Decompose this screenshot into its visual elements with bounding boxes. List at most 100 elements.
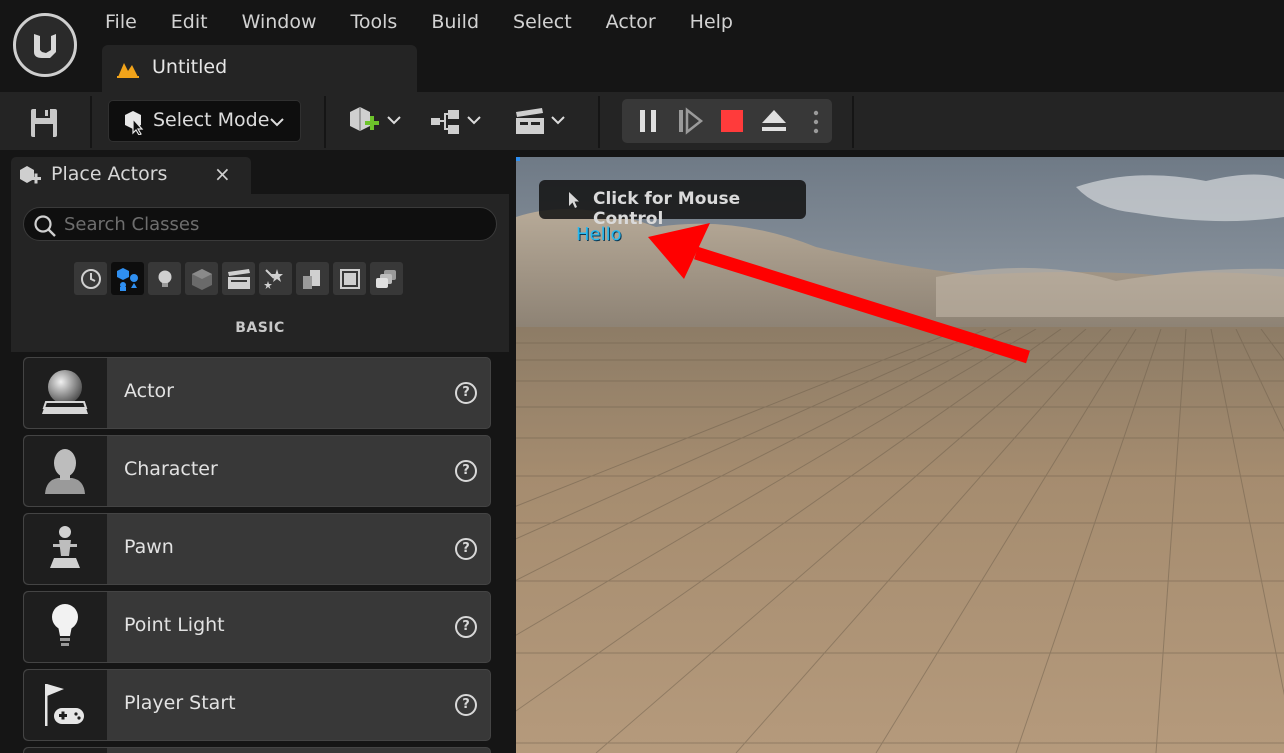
menu-actor[interactable]: Actor	[589, 4, 673, 40]
pause-icon	[640, 110, 656, 132]
character-icon	[24, 436, 107, 506]
help-icon[interactable]: ?	[455, 460, 477, 482]
eject-button[interactable]	[758, 105, 790, 137]
play-controls	[622, 99, 832, 143]
blueprint-icon	[431, 110, 481, 134]
list-item-pawn[interactable]: Pawn ?	[23, 513, 491, 585]
cursor-icon	[567, 191, 581, 213]
cinematics-icon	[516, 108, 565, 134]
recent-icon	[80, 268, 101, 289]
basic-icon	[116, 267, 138, 291]
character-label: Character	[124, 458, 218, 480]
unreal-editor-window: File Edit Window Tools Build Select Acto…	[0, 0, 1284, 753]
menu-bar: File Edit Window Tools Build Select Acto…	[88, 4, 750, 40]
select-mode-dropdown[interactable]: Select Mode	[108, 100, 301, 142]
more-options-icon	[813, 110, 819, 134]
toolbar-separator	[324, 96, 326, 148]
actor-label: Actor	[124, 380, 174, 402]
geometry-icon	[302, 269, 320, 289]
eject-icon	[762, 110, 786, 131]
pause-button[interactable]	[632, 105, 664, 137]
close-icon[interactable]: ×	[214, 162, 231, 186]
active-category-label: BASIC	[235, 320, 285, 336]
help-icon[interactable]: ?	[455, 616, 477, 638]
visual-effects-icon	[263, 268, 283, 289]
place-actors-icon	[18, 164, 44, 192]
list-item-character[interactable]: Character ?	[23, 435, 491, 507]
menu-select[interactable]: Select	[496, 4, 589, 40]
search-input[interactable]	[64, 211, 484, 237]
mouse-control-label: Click for Mouse Control	[593, 189, 741, 229]
place-actors-tab[interactable]: Place Actors ×	[11, 157, 251, 194]
add-actor-icon	[350, 107, 401, 131]
category-bar	[74, 262, 403, 298]
point-light-icon	[24, 592, 107, 662]
viewport-scene	[516, 157, 1284, 753]
category-volumes[interactable]	[333, 262, 366, 295]
menu-window[interactable]: Window	[225, 4, 334, 40]
category-lights[interactable]	[148, 262, 181, 295]
toolbar-separator	[598, 96, 600, 148]
volumes-icon	[339, 268, 360, 289]
select-mode-label: Select Mode	[153, 109, 270, 131]
more-options-button[interactable]	[812, 108, 820, 140]
all-classes-icon	[375, 269, 396, 288]
list-item-thumbnail	[24, 748, 107, 753]
category-cinematic[interactable]	[222, 262, 255, 295]
level-icon	[116, 59, 140, 83]
category-visual-effects[interactable]	[259, 262, 292, 295]
toolbar-separator	[852, 96, 854, 148]
toolbar-separator	[90, 96, 92, 148]
save-button[interactable]	[25, 106, 63, 140]
category-shapes[interactable]	[185, 262, 218, 295]
save-icon	[31, 109, 57, 137]
document-tab[interactable]: Untitled	[102, 45, 417, 92]
title-bar: File Edit Window Tools Build Select Acto…	[0, 0, 1284, 92]
category-basic[interactable]	[111, 262, 144, 295]
select-mode-icon	[121, 109, 147, 139]
stop-icon	[721, 110, 743, 132]
help-icon[interactable]: ?	[455, 694, 477, 716]
shapes-icon	[191, 268, 212, 290]
level-viewport[interactable]: Click for Mouse Control Hello	[516, 157, 1284, 753]
menu-tools[interactable]: Tools	[334, 4, 415, 40]
place-actors-title: Place Actors	[51, 163, 168, 185]
category-all-classes[interactable]	[370, 262, 403, 295]
actor-sphere-icon	[24, 358, 107, 428]
search-icon	[32, 213, 58, 243]
main-toolbar: Select Mode	[0, 92, 1284, 152]
menu-help[interactable]: Help	[673, 4, 750, 40]
help-icon[interactable]: ?	[455, 382, 477, 404]
step-icon	[679, 107, 704, 135]
cinematic-icon	[227, 268, 250, 289]
lights-icon	[158, 270, 171, 287]
add-actor-button[interactable]	[346, 104, 406, 140]
search-classes-box[interactable]	[23, 207, 497, 241]
place-actors-header: BASIC	[11, 194, 509, 352]
pawn-icon	[24, 514, 107, 584]
hello-debug-text: Hello	[576, 224, 622, 245]
menu-file[interactable]: File	[88, 4, 154, 40]
list-item-actor[interactable]: Actor ?	[23, 357, 491, 429]
list-item-player-start[interactable]: Player Start ?	[23, 669, 491, 741]
menu-edit[interactable]: Edit	[154, 4, 225, 40]
document-tab-label: Untitled	[152, 56, 228, 78]
point-light-label: Point Light	[124, 614, 225, 636]
category-recent[interactable]	[74, 262, 107, 295]
menu-build[interactable]: Build	[414, 4, 496, 40]
stop-button[interactable]	[716, 105, 748, 137]
place-actors-panel: Place Actors × Search Classes BASIC Acto…	[11, 157, 509, 753]
list-item-point-light[interactable]: Point Light ?	[23, 591, 491, 663]
blueprint-button[interactable]	[428, 104, 488, 140]
mouse-control-hint[interactable]: Click for Mouse Control	[539, 180, 806, 229]
unreal-logo[interactable]	[13, 13, 77, 77]
cinematics-button[interactable]	[512, 104, 572, 140]
help-icon[interactable]: ?	[455, 538, 477, 560]
step-button[interactable]	[674, 105, 706, 137]
chevron-down-icon	[269, 113, 285, 132]
pawn-label: Pawn	[124, 536, 174, 558]
player-start-label: Player Start	[124, 692, 236, 714]
category-geometry[interactable]	[296, 262, 329, 295]
player-start-icon	[24, 670, 107, 740]
list-item-partial[interactable]	[23, 747, 491, 753]
